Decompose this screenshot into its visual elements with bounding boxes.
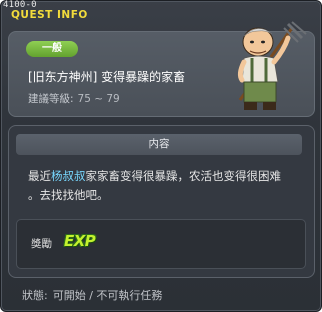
desc-text-line2: 。去找找他吧。: [28, 188, 109, 202]
npc-farmer-portrait: [237, 21, 307, 110]
level-label: 建議等級:: [28, 93, 74, 105]
desc-text-start: 最近: [28, 169, 51, 183]
quest-description: 最近杨叔叔家家畜变得很暴躁，农活也变得很困难。去找找他吧。: [28, 167, 304, 205]
category-badge: 一般: [26, 41, 78, 57]
reward-label: 獎勵: [31, 238, 52, 250]
quest-status: 狀態: 可開始 / 不可執行任務: [22, 287, 167, 303]
quest-title: [旧东方神州] 变得暴躁的家畜: [28, 70, 186, 84]
window-title: QUEST INFO: [11, 9, 88, 21]
desc-text-rest: 家家畜变得很暴躁，农活也变得很困难: [85, 169, 282, 183]
reward-box: [16, 219, 306, 269]
recommended-level: 建議等級: 75 ~ 79: [28, 91, 124, 106]
exp-icon: EXP: [64, 232, 96, 250]
content-header: 内容: [16, 134, 302, 155]
npc-name-link[interactable]: 杨叔叔: [51, 169, 86, 183]
status-label: 狀態:: [22, 289, 48, 302]
level-range: 75 ~ 79: [77, 93, 120, 105]
status-value: 可開始 / 不可執行任務: [52, 289, 163, 302]
